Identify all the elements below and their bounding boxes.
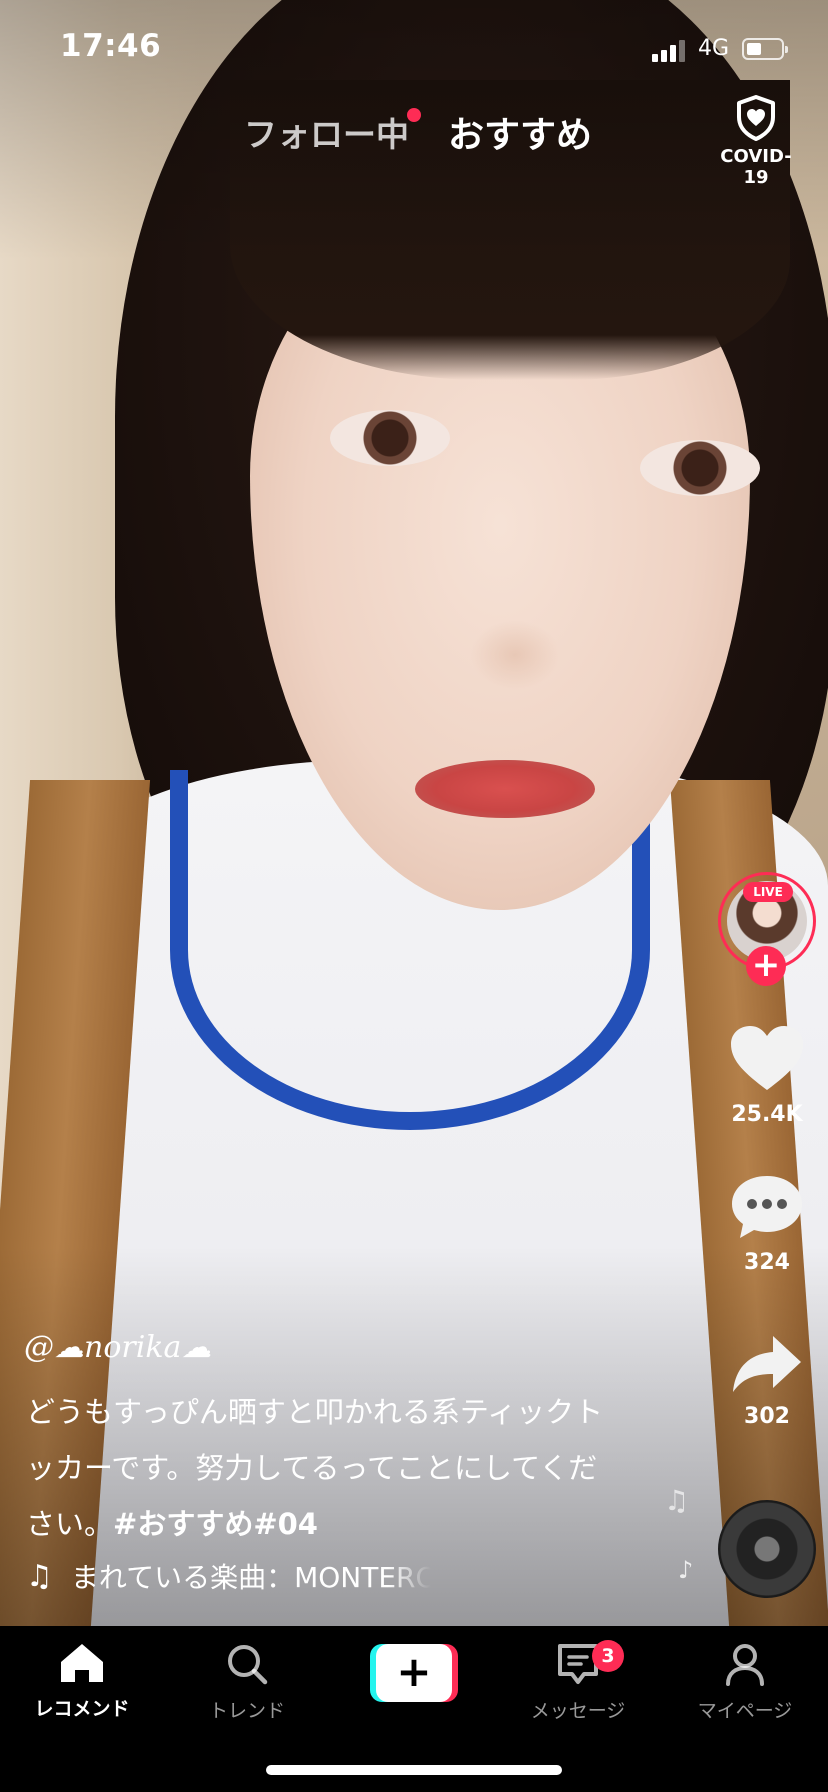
messages-badge: 3 — [592, 1640, 624, 1672]
nav-home[interactable]: レコメンド — [7, 1642, 157, 1721]
nav-profile[interactable]: マイページ — [670, 1642, 820, 1723]
nav-trend[interactable]: トレンド — [172, 1642, 322, 1723]
network-type: 4G — [698, 36, 730, 61]
create-button[interactable]: + — [370, 1644, 458, 1702]
shield-icon — [737, 95, 775, 141]
follow-button[interactable]: + — [746, 946, 786, 986]
comment-count: 324 — [744, 1250, 790, 1275]
battery-icon — [742, 38, 788, 60]
floating-music-note-icon: ♪ — [678, 1556, 694, 1584]
home-icon — [61, 1644, 103, 1682]
battery-level-fill — [747, 43, 761, 55]
floating-music-note-icon: ♫ — [664, 1484, 690, 1517]
signal-icon — [652, 38, 688, 62]
share-arrow-icon — [733, 1336, 801, 1392]
music-info[interactable]: ♫ まれている楽曲：MONTERO — [26, 1556, 431, 1596]
like-button[interactable]: 25.4K — [722, 1024, 812, 1127]
creator-username[interactable]: @☁norika☁ — [24, 1330, 211, 1365]
covid-label: COVID-19 — [720, 146, 792, 188]
nav-messages[interactable]: 3 メッセージ — [503, 1640, 653, 1723]
share-count: 302 — [744, 1404, 790, 1429]
nav-trend-label: トレンド — [208, 1700, 285, 1722]
search-icon — [228, 1645, 268, 1685]
nav-profile-label: マイページ — [697, 1700, 793, 1722]
heart-icon — [731, 1026, 803, 1090]
comment-button[interactable]: 324 — [722, 1174, 812, 1275]
status-time: 17:46 — [60, 28, 162, 64]
like-count: 25.4K — [731, 1102, 803, 1127]
home-indicator[interactable] — [266, 1765, 562, 1775]
tab-recommended[interactable]: おすすめ — [448, 106, 592, 158]
music-note-icon: ♫ — [26, 1558, 53, 1594]
video-subject-eye-right — [640, 440, 760, 496]
following-notification-dot — [407, 108, 421, 122]
hashtag-link[interactable]: #おすすめ#04 — [113, 1507, 318, 1541]
covid-info-button[interactable]: COVID-19 — [708, 94, 804, 188]
plus-icon: + — [376, 1644, 452, 1702]
video-subject-lips — [415, 760, 595, 818]
live-badge: LIVE — [743, 882, 793, 902]
nav-messages-label: メッセージ — [530, 1700, 626, 1722]
video-subject-nose — [470, 620, 560, 690]
comment-icon — [732, 1176, 802, 1238]
profile-icon — [726, 1644, 764, 1686]
tab-following[interactable]: フォロー中 — [244, 108, 409, 156]
video-subject-eye-left — [330, 410, 450, 466]
music-title: まれている楽曲：MONTERO — [70, 1561, 431, 1594]
video-description: どうもすっぴん晒すと叩かれる系ティックトッカーです。努力してるってことにしてくだ… — [26, 1384, 626, 1552]
nav-home-label: レコメンド — [34, 1698, 130, 1720]
music-disc-icon[interactable] — [718, 1500, 816, 1598]
video-player[interactable] — [0, 0, 828, 1626]
share-button[interactable]: 302 — [722, 1334, 812, 1429]
